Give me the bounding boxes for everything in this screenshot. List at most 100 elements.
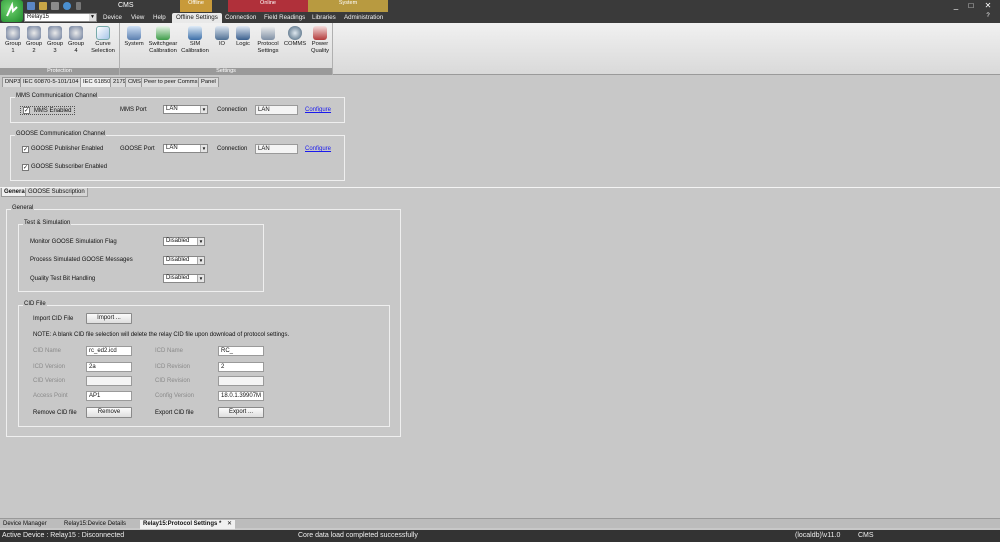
tab-iec-61850[interactable]: IEC 61850: [80, 77, 114, 87]
menu-libraries[interactable]: Libraries: [308, 13, 340, 23]
access-point-label: Access Point: [33, 393, 68, 399]
icd-version-label: ICD Version: [33, 364, 66, 370]
group-3-button[interactable]: Group 3: [45, 26, 65, 54]
quality-test-bit-select[interactable]: Disabled ▼: [163, 274, 205, 283]
menu-view[interactable]: View: [127, 13, 148, 23]
goose-channel-title: GOOSE Communication Channel: [15, 131, 107, 137]
menu-device[interactable]: Device: [99, 13, 126, 23]
icd-revision-label: ICD Revision: [155, 364, 191, 370]
app-logo-icon: [1, 0, 23, 22]
logic-button[interactable]: Logic: [233, 26, 253, 48]
status-app: CMS: [858, 532, 874, 539]
mms-enabled-check[interactable]: ✓: [23, 107, 30, 114]
protocol-settings-icon: [261, 26, 275, 40]
process-simulated-goose-select[interactable]: Disabled ▼: [163, 256, 205, 265]
status-db: (localdb)\v11.0: [795, 532, 841, 539]
export-cid-label: Export CID file: [155, 410, 194, 416]
group-1-icon: [6, 26, 20, 40]
curve-selection-icon: [96, 26, 110, 40]
cid-name-field: rc_ed2.icd: [86, 346, 132, 356]
export-button[interactable]: Export ...: [218, 407, 264, 418]
sim-calibration-icon: [188, 26, 202, 40]
minimize-button[interactable]: _: [950, 1, 962, 10]
io-icon: [215, 26, 229, 40]
document-tabs: Device Manager Relay15:Device Details Re…: [0, 518, 1000, 529]
system-button[interactable]: System: [123, 26, 145, 48]
chevron-down-icon: ▼: [197, 238, 204, 245]
tab-panel[interactable]: Panel: [198, 77, 219, 87]
import-button[interactable]: Import ...: [86, 313, 132, 324]
goose-connection-label: Connection: [217, 146, 248, 152]
curve-selection-button[interactable]: Curve Selection: [89, 26, 117, 54]
quick-access-dropdown-icon[interactable]: [76, 2, 81, 10]
close-tab-icon[interactable]: ✕: [227, 521, 232, 527]
goose-channel-group: GOOSE Communication Channel: [10, 131, 345, 181]
tab-peer-to-peer-comms[interactable]: Peer to peer Comms: [141, 77, 201, 87]
cid-name-label: CID Name: [33, 348, 62, 354]
device-select-value: Relay15: [27, 14, 50, 20]
chevron-down-icon: ▼: [200, 106, 207, 113]
switchgear-calibration-button[interactable]: Switchgear Calibration: [147, 26, 179, 54]
mms-enabled-checkbox[interactable]: ✓ MMS Enabled: [20, 106, 75, 115]
mms-connection-label: Connection: [217, 107, 248, 113]
process-simulated-goose-label: Process Simulated GOOSE Messages: [30, 257, 133, 263]
menu-help[interactable]: Help: [149, 13, 170, 23]
mms-connection-field: LAN: [255, 105, 298, 115]
menu-bar: Device View Help Offline Settings Connec…: [0, 12, 1000, 23]
open-icon[interactable]: [39, 2, 47, 10]
save-icon[interactable]: [27, 2, 35, 10]
chevron-down-icon: ▼: [197, 275, 204, 282]
undo-icon[interactable]: [63, 2, 71, 10]
tab-iec-60870[interactable]: IEC 60870-5-101/104: [20, 77, 82, 87]
cid-file-group: CID File: [18, 301, 390, 427]
chevron-down-icon: ▼: [89, 14, 96, 21]
io-button[interactable]: IO: [214, 26, 230, 48]
protocol-settings-button[interactable]: Protocol Settings: [254, 26, 282, 54]
group-4-icon: [69, 26, 83, 40]
cid-revision-field: [218, 376, 264, 386]
remove-button[interactable]: Remove: [86, 407, 132, 418]
group-4-button[interactable]: Group 4: [66, 26, 86, 54]
menu-offline-settings[interactable]: Offline Settings: [172, 13, 222, 23]
config-version-label: Config Version: [155, 393, 195, 399]
title-bar: CMS Offline Online System _ □ ✕: [0, 0, 1000, 22]
menu-administration[interactable]: Administration: [340, 13, 387, 23]
goose-publisher-checkbox[interactable]: ✓: [22, 146, 29, 153]
comms-button[interactable]: COMMS: [283, 26, 307, 48]
protocol-tabs: DNP3 IEC 60870-5-101/104 IEC 61850 2179 …: [0, 77, 240, 87]
monitor-goose-simulation-label: Monitor GOOSE Simulation Flag: [30, 239, 117, 245]
monitor-goose-simulation-select[interactable]: Disabled ▼: [163, 237, 205, 246]
group-1-button[interactable]: Group 1: [3, 26, 23, 54]
goose-subscriber-label: GOOSE Subscriber Enabled: [31, 164, 108, 170]
comms-icon: [288, 26, 302, 40]
menu-field-readings[interactable]: Field Readings: [260, 13, 309, 23]
doc-tab-device-manager[interactable]: Device Manager: [0, 520, 50, 529]
tab-goose-subscription[interactable]: GOOSE Subscription: [25, 188, 88, 197]
goose-subscriber-checkbox[interactable]: ✓: [22, 164, 29, 171]
mms-configure-link[interactable]: Configure: [305, 107, 331, 113]
power-quality-button[interactable]: Power Quality: [308, 26, 332, 54]
mms-enabled-label: MMS Enabled: [33, 108, 72, 115]
close-button[interactable]: ✕: [982, 1, 994, 10]
icd-version-field: 2a: [86, 362, 132, 372]
group-2-button[interactable]: Group 2: [24, 26, 44, 54]
device-select[interactable]: Relay15 ▼: [24, 13, 97, 22]
menu-connection[interactable]: Connection: [221, 13, 260, 23]
goose-port-select[interactable]: LAN ▼: [163, 144, 208, 153]
sim-calibration-button[interactable]: SIM Calibration: [180, 26, 210, 54]
app-title: CMS: [118, 2, 134, 9]
mms-port-select[interactable]: LAN ▼: [163, 105, 208, 114]
ribbon-group-protection-label: Protection: [0, 68, 119, 75]
doc-tab-device-details[interactable]: Relay15:Device Details: [61, 520, 129, 529]
ribbon-group-settings: System Switchgear Calibration SIM Calibr…: [120, 23, 333, 75]
status-message: Core data load completed successfully: [298, 532, 418, 539]
goose-configure-link[interactable]: Configure: [305, 146, 331, 152]
access-point-field: AP1: [86, 391, 132, 401]
help-icon[interactable]: ?: [982, 13, 994, 19]
print-icon[interactable]: [51, 2, 59, 10]
maximize-button[interactable]: □: [965, 1, 977, 10]
status-device: Active Device : Relay15 : Disconnected: [2, 532, 125, 539]
context-tabs: Offline Online System: [180, 0, 388, 12]
doc-tab-protocol-settings[interactable]: Relay15:Protocol Settings * ✕: [140, 520, 236, 529]
system-icon: [127, 26, 141, 40]
